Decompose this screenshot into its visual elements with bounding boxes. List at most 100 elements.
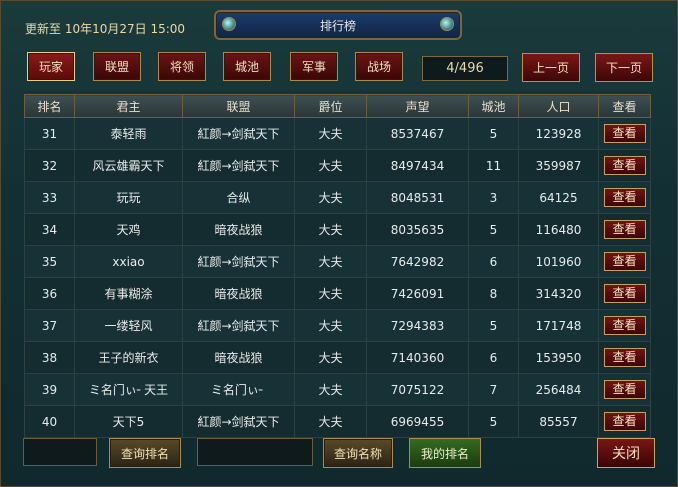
cell-alliance: 紅颜→剑弑天下 — [182, 309, 295, 342]
cell-lord: 天鸡 — [74, 213, 183, 246]
my-rank-button[interactable]: 我的排名 — [409, 438, 481, 468]
cell-prestige: 7294383 — [366, 309, 469, 342]
view-button[interactable]: 查看 — [603, 380, 646, 399]
cell-view: 查看 — [598, 117, 651, 150]
cell-view: 查看 — [598, 405, 651, 438]
cell-cities: 5 — [468, 405, 519, 438]
column-header: 城池 — [468, 94, 519, 118]
view-button[interactable]: 查看 — [603, 316, 646, 335]
table-row: 36 有事糊涂 暗夜战狼 大夫 7426091 8 314320 查看 — [24, 277, 651, 310]
cell-cities: 5 — [468, 309, 519, 342]
view-button[interactable]: 查看 — [603, 284, 646, 303]
page-title: 排行榜 — [319, 19, 356, 33]
category-tab[interactable]: 将领 — [158, 52, 206, 81]
cell-lord: 有事糊涂 — [74, 277, 183, 310]
cell-rank: 32 — [24, 149, 75, 182]
cell-lord: 一缕轻风 — [74, 309, 183, 342]
cell-prestige: 7426091 — [366, 277, 469, 310]
cell-rank: 38 — [24, 341, 75, 374]
cell-alliance: 合纵 — [182, 181, 295, 214]
cell-population: 314320 — [518, 277, 599, 310]
view-button[interactable]: 查看 — [603, 124, 646, 143]
column-header: 君主 — [74, 94, 183, 118]
title-bar: 排行榜 — [214, 10, 462, 40]
next-page-button[interactable]: 下一页 — [595, 53, 653, 82]
query-rank-button[interactable]: 查询排名 — [109, 438, 181, 468]
cell-alliance: 暗夜战狼 — [182, 213, 295, 246]
cell-prestige: 7642982 — [366, 245, 469, 278]
cell-lord: xxiao — [74, 245, 183, 278]
table-row: 34 天鸡 暗夜战狼 大夫 8035635 5 116480 查看 — [24, 213, 651, 246]
cell-population: 171748 — [518, 309, 599, 342]
cell-alliance: 紅颜→剑弑天下 — [182, 117, 295, 150]
cell-view: 查看 — [598, 149, 651, 182]
category-tab[interactable]: 联盟 — [93, 52, 141, 81]
cell-alliance: 暗夜战狼 — [182, 341, 295, 374]
cell-cities: 8 — [468, 277, 519, 310]
table-row: 32 风云雄霸天下 紅颜→剑弑天下 大夫 8497434 11 359987 查看 — [24, 149, 651, 182]
cell-rank: 40 — [24, 405, 75, 438]
cell-title: 大夫 — [294, 181, 367, 214]
cell-lord: 王子的新衣 — [74, 341, 183, 374]
column-header: 查看 — [598, 94, 651, 118]
ranking-table: 排名 君主 联盟 爵位 声望 城池 人口 查看 31 泰轻雨 紅颜→剑弑天下 大夫 8537467 5 1… — [24, 94, 651, 438]
category-tab[interactable]: 城池 — [223, 52, 271, 81]
cell-prestige: 6969455 — [366, 405, 469, 438]
cell-rank: 33 — [24, 181, 75, 214]
cell-view: 查看 — [598, 213, 651, 246]
ranking-window: 更新至 10年10月27日 15:00 排行榜 玩家 联盟 将领 城池 军事 战场 4/4… — [0, 0, 678, 487]
rank-input[interactable] — [23, 438, 97, 466]
prev-page-button[interactable]: 上一页 — [522, 53, 580, 82]
view-button[interactable]: 查看 — [603, 252, 646, 271]
view-button[interactable]: 查看 — [603, 156, 646, 175]
view-button[interactable]: 查看 — [603, 188, 646, 207]
table-row: 35 xxiao 紅颜→剑弑天下 大夫 7642982 6 101960 查看 — [24, 245, 651, 278]
cell-cities: 11 — [468, 149, 519, 182]
table-row: 33 玩玩 合纵 大夫 8048531 3 64125 查看 — [24, 181, 651, 214]
update-time: 更新至 10年10月27日 15:00 — [25, 22, 186, 36]
cell-prestige: 7075122 — [366, 373, 469, 406]
cell-rank: 31 — [24, 117, 75, 150]
cell-title: 大夫 — [294, 245, 367, 278]
cell-cities: 7 — [468, 373, 519, 406]
name-input[interactable] — [197, 438, 313, 466]
cell-cities: 5 — [468, 117, 519, 150]
cell-title: 大夫 — [294, 341, 367, 374]
category-tab[interactable]: 军事 — [290, 52, 338, 81]
column-header: 人口 — [518, 94, 599, 118]
cell-view: 查看 — [598, 373, 651, 406]
cell-population: 85557 — [518, 405, 599, 438]
cell-title: 大夫 — [294, 405, 367, 438]
cell-prestige: 8048531 — [366, 181, 469, 214]
orb-icon — [440, 17, 454, 31]
column-header: 联盟 — [182, 94, 295, 118]
cell-population: 153950 — [518, 341, 599, 374]
column-header: 声望 — [366, 94, 469, 118]
cell-rank: 36 — [24, 277, 75, 310]
category-tab[interactable]: 战场 — [355, 52, 403, 81]
cell-title: 大夫 — [294, 277, 367, 310]
column-header: 排名 — [24, 94, 75, 118]
view-button[interactable]: 查看 — [603, 220, 646, 239]
cell-prestige: 7140360 — [366, 341, 469, 374]
view-button[interactable]: 查看 — [603, 348, 646, 367]
table-row: 37 一缕轻风 紅颜→剑弑天下 大夫 7294383 5 171748 查看 — [24, 309, 651, 342]
cell-view: 查看 — [598, 277, 651, 310]
cell-title: 大夫 — [294, 309, 367, 342]
column-header: 爵位 — [294, 94, 367, 118]
cell-lord: 天下5 — [74, 405, 183, 438]
query-name-button[interactable]: 查询名称 — [323, 438, 393, 468]
view-button[interactable]: 查看 — [603, 412, 646, 431]
cell-view: 查看 — [598, 341, 651, 374]
cell-alliance: 紅颜→剑弑天下 — [182, 149, 295, 182]
table-row: 38 王子的新衣 暗夜战狼 大夫 7140360 6 153950 查看 — [24, 341, 651, 374]
close-button[interactable]: 关闭 — [597, 438, 655, 468]
table-row: 40 天下5 紅颜→剑弑天下 大夫 6969455 5 85557 查看 — [24, 405, 651, 438]
cell-rank: 37 — [24, 309, 75, 342]
cell-alliance: 暗夜战狼 — [182, 277, 295, 310]
category-tab[interactable]: 玩家 — [27, 52, 75, 81]
cell-lord: 泰轻雨 — [74, 117, 183, 150]
cell-population: 123928 — [518, 117, 599, 150]
cell-alliance: ミ名门ぃ╴ — [182, 373, 295, 406]
cell-alliance: 紅颜→剑弑天下 — [182, 245, 295, 278]
